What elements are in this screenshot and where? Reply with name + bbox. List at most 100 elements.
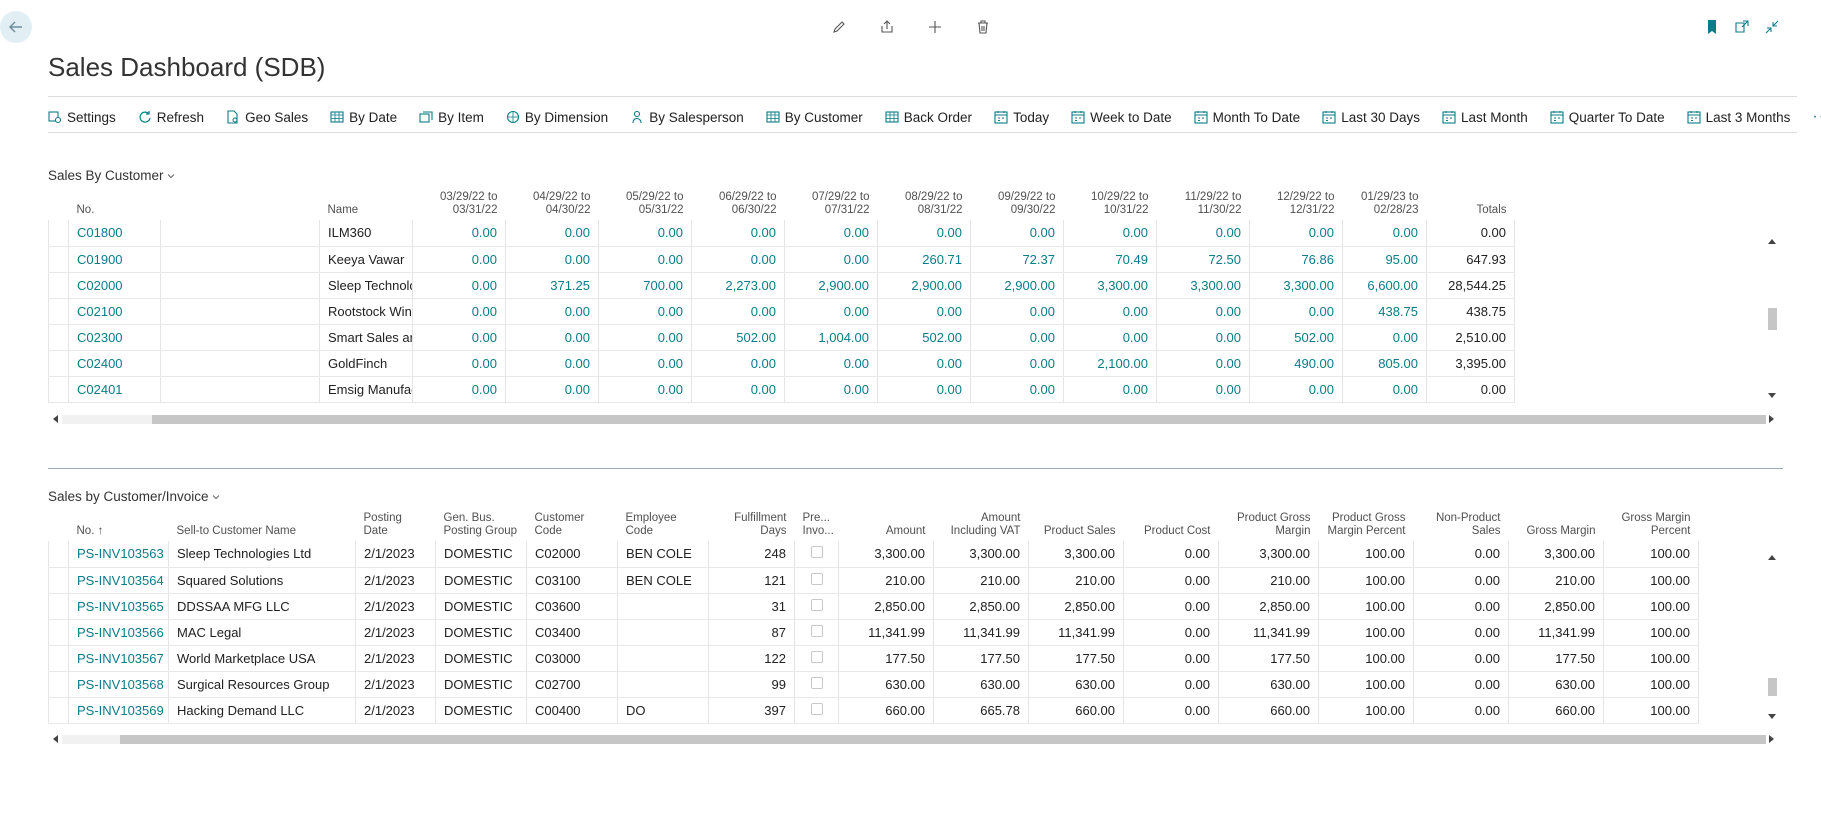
period-amount-link[interactable]: 72.37 [970,246,1064,273]
period-amount-link[interactable]: 0.00 [1342,376,1427,403]
edit-pencil-icon[interactable] [830,18,848,36]
period-amount-link[interactable]: 0.00 [598,246,692,273]
period-amount-link[interactable]: 0.00 [784,298,878,325]
action-by-customer[interactable]: By Customer [766,110,863,125]
invoice-no-link[interactable]: PS-INV103566 [68,619,169,646]
column-header[interactable]: 11/29/22 to 11/30/22 [1157,184,1250,220]
column-header[interactable]: Fulfillment Days [709,512,795,541]
period-amount-link[interactable]: 0.00 [505,350,599,377]
column-header[interactable]: Sell-to Customer Name [169,512,356,541]
table-row[interactable]: PS-INV103567 World Marketplace USA 2/1/202… [48,645,1699,672]
period-amount-link[interactable]: 95.00 [1342,246,1427,273]
customer-no-link[interactable]: C02400 [68,350,161,377]
period-amount-link[interactable]: 0.00 [412,272,506,299]
period-amount-link[interactable]: 0.00 [877,220,971,247]
period-amount-link[interactable]: 2,900.00 [784,272,878,299]
table-row[interactable]: C02400 GoldFinch 0.00 0.00 0.00 0.00 0.00 0.00 0… [48,350,1515,377]
period-amount-link[interactable]: 0.00 [412,376,506,403]
invoice-no-link[interactable]: PS-INV103563 [68,541,169,568]
period-amount-link[interactable]: 70.49 [1063,246,1157,273]
period-amount-link[interactable]: 0.00 [784,220,878,247]
action-back-order[interactable]: Back Order [885,110,972,125]
period-amount-link[interactable]: 0.00 [598,350,692,377]
scroll-thumb[interactable] [1768,308,1777,330]
action-geo-sales[interactable]: Geo Sales [226,110,308,125]
period-amount-link[interactable]: 6,600.00 [1342,272,1427,299]
scroll-left-arrow-icon[interactable] [50,414,60,424]
pre-invoice-checkbox[interactable] [810,624,823,637]
action-today[interactable]: Today [994,110,1049,125]
period-amount-link[interactable]: 371.25 [505,272,599,299]
sales-by-invoice-vscroll[interactable] [1765,552,1779,722]
period-amount-link[interactable]: 0.00 [1249,376,1343,403]
invoice-no-link[interactable]: PS-INV103568 [68,671,169,698]
scroll-thumb[interactable] [1768,678,1777,696]
table-row[interactable]: C02300Smart Sales and Lease0.000.000.005… [48,324,1515,351]
table-row[interactable]: C01800 ILM360 0.00 0.00 0.00 0.00 0.00 0.00 0.00… [48,220,1515,247]
customer-no-link[interactable]: C02000 [68,272,161,299]
scroll-up-arrow-icon[interactable] [1767,552,1777,562]
table-row[interactable]: C01900 Keeya Vawar 0.00 0.00 0.00 0.00 0.00 260… [48,246,1515,273]
column-header[interactable]: Name [320,184,413,220]
column-header[interactable]: 05/29/22 to 05/31/22 [599,184,692,220]
period-amount-link[interactable]: 0.00 [970,298,1064,325]
period-amount-link[interactable]: 0.00 [970,220,1064,247]
column-header[interactable]: Non-Product Sales [1414,512,1509,541]
pre-invoice-checkbox[interactable] [810,650,823,663]
table-row[interactable]: C02100Rootstock Wines0.000.000.000.000.0… [48,298,1515,325]
column-header[interactable]: 08/29/22 to 08/31/22 [878,184,971,220]
period-amount-link[interactable]: 0.00 [970,376,1064,403]
period-amount-link[interactable]: 72.50 [1156,246,1250,273]
scroll-right-arrow-icon[interactable] [1767,734,1777,744]
table-row[interactable]: C02401Emsig Manufacturing Corp0.000.000.… [48,376,1515,403]
period-amount-link[interactable]: 0.00 [1063,376,1157,403]
period-amount-link[interactable]: 502.00 [1249,324,1343,351]
sales-by-customer-vscroll[interactable] [1765,236,1779,401]
period-amount-link[interactable]: 490.00 [1249,350,1343,377]
action-by-dimension[interactable]: By Dimension [506,110,608,125]
column-header[interactable]: Pre... Invo... [795,512,839,541]
action-last-3-months[interactable]: Last 3 Months [1687,110,1790,125]
table-row[interactable]: PS-INV103565 DDSSAA MFG LLC 2/1/2023 DOMEST… [48,593,1699,620]
period-amount-link[interactable]: 0.00 [691,350,785,377]
column-header[interactable]: Product Cost [1124,512,1219,541]
period-amount-link[interactable]: 700.00 [598,272,692,299]
action-week-to-date[interactable]: Week to Date [1071,110,1172,125]
period-amount-link[interactable]: 3,300.00 [1249,272,1343,299]
invoice-no-link[interactable]: PS-INV103569 [68,697,169,724]
action-last-30-days[interactable]: Last 30 Days [1322,110,1420,125]
table-row[interactable]: PS-INV103569 Hacking Demand LLC 2/1/2023 DO… [48,697,1699,724]
column-header[interactable]: 03/29/22 to 03/31/22 [413,184,506,220]
back-button[interactable] [0,11,32,43]
period-amount-link[interactable]: 0.00 [1342,220,1427,247]
pre-invoice-checkbox[interactable] [810,572,823,585]
scroll-down-arrow-icon[interactable] [1767,712,1777,722]
period-amount-link[interactable]: 0.00 [1156,350,1250,377]
period-amount-link[interactable]: 502.00 [877,324,971,351]
period-amount-link[interactable]: 3,300.00 [1063,272,1157,299]
column-header[interactable]: No. [69,184,161,220]
period-amount-link[interactable]: 2,900.00 [970,272,1064,299]
customer-no-link[interactable]: C01900 [68,246,161,273]
scroll-up-arrow-icon[interactable] [1767,236,1777,246]
action-quarter-to-date[interactable]: Quarter To Date [1550,110,1665,125]
action-last-month[interactable]: Last Month [1442,110,1528,125]
period-amount-link[interactable]: 260.71 [877,246,971,273]
share-icon[interactable] [878,18,896,36]
action-by-salesperson[interactable]: By Salesperson [630,110,744,125]
period-amount-link[interactable]: 0.00 [412,324,506,351]
pre-invoice-checkbox[interactable] [810,702,823,715]
column-header[interactable]: No. ↑ [69,512,169,541]
period-amount-link[interactable]: 0.00 [1342,324,1427,351]
column-header[interactable]: Gen. Bus. Posting Group [436,512,527,541]
period-amount-link[interactable]: 0.00 [691,376,785,403]
period-amount-link[interactable]: 1,004.00 [784,324,878,351]
more-actions-button[interactable]: ··· [1812,108,1821,126]
period-amount-link[interactable]: 3,300.00 [1156,272,1250,299]
column-header[interactable]: 12/29/22 to 12/31/22 [1250,184,1343,220]
period-amount-link[interactable]: 0.00 [1156,324,1250,351]
period-amount-link[interactable]: 0.00 [691,246,785,273]
period-amount-link[interactable]: 805.00 [1342,350,1427,377]
action-refresh[interactable]: Refresh [138,110,204,125]
period-amount-link[interactable]: 0.00 [784,246,878,273]
